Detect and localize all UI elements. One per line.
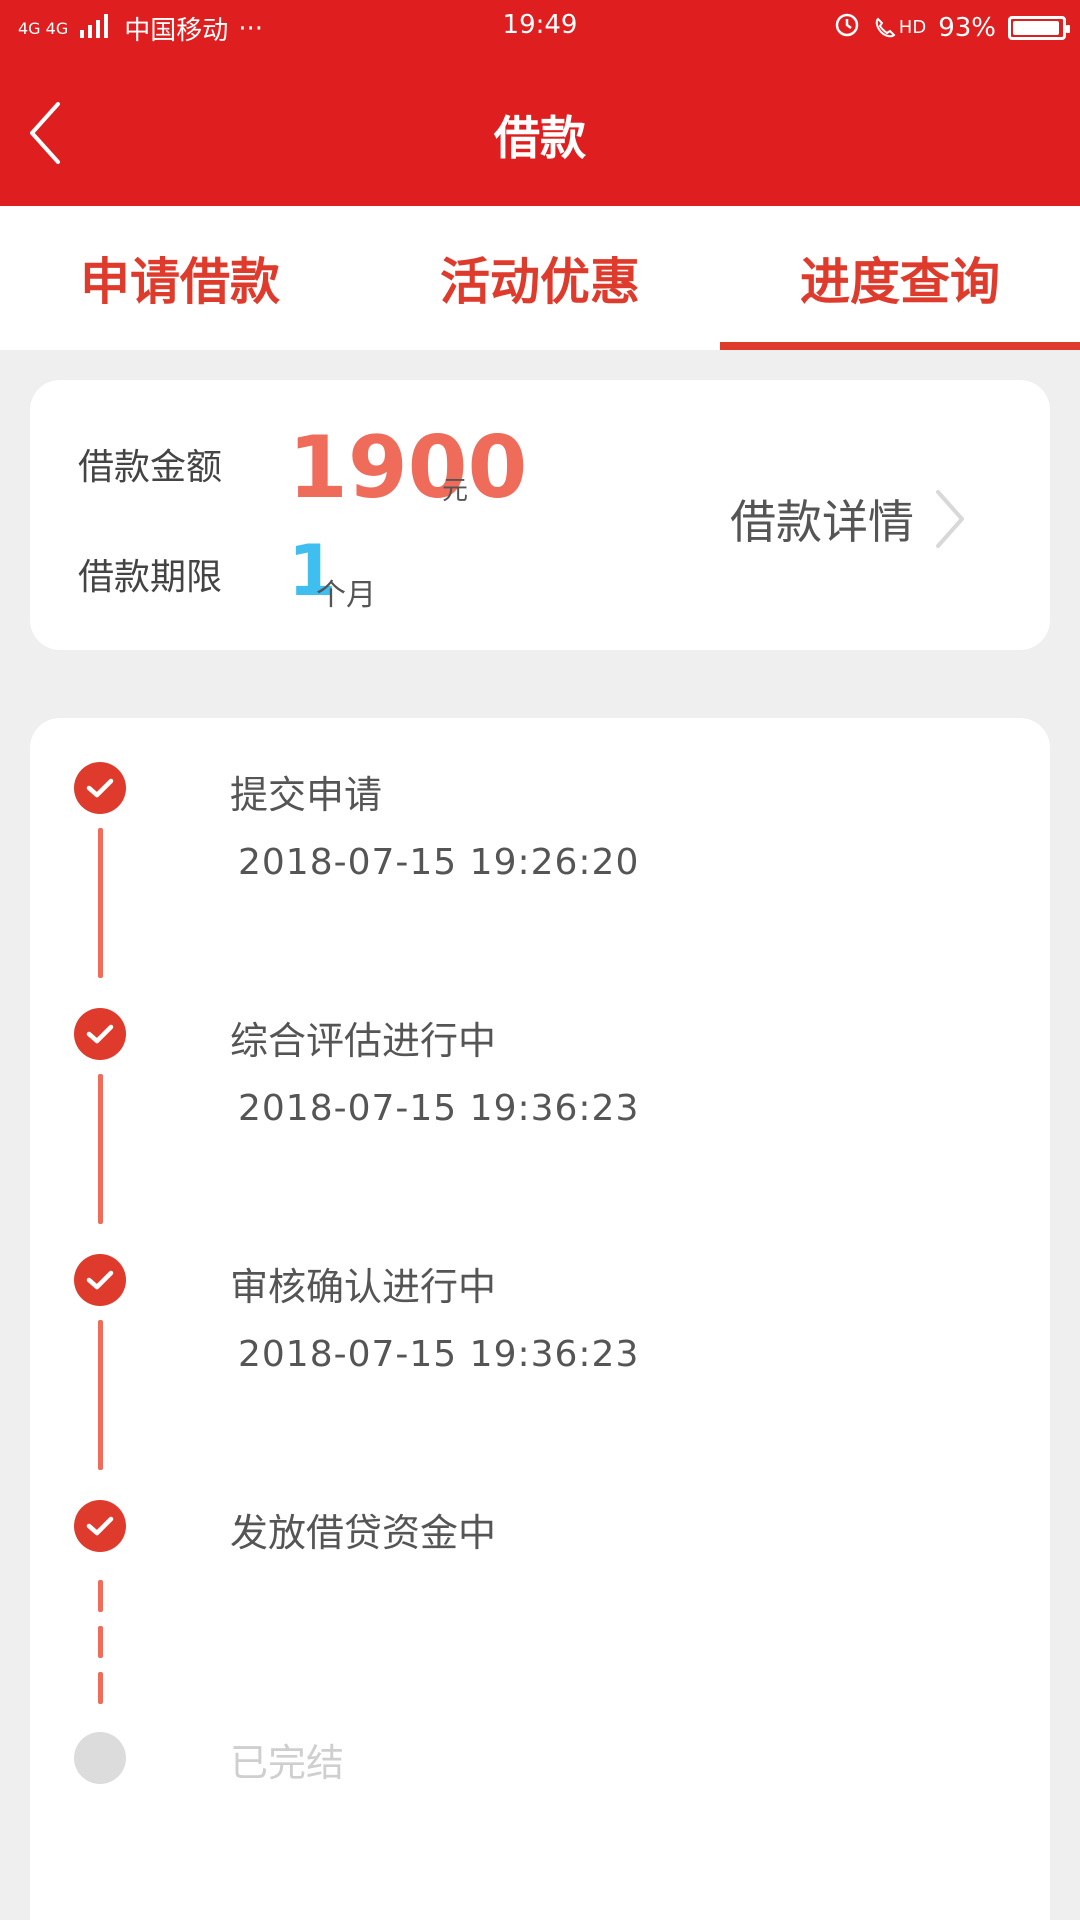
step-time: 2018-07-15 19:36:23 [238, 1088, 640, 1129]
amount-unit: 元 [442, 476, 469, 506]
check-circle-icon [74, 1254, 126, 1306]
active-tab-indicator [720, 342, 1080, 350]
hd-label: HD [898, 17, 927, 38]
check-circle-icon [74, 1500, 126, 1552]
top-bar: 4G 4G 中国移动 ··· 19:49 HD 93% 借款 [0, 0, 1080, 206]
step-title: 提交申请 [230, 773, 383, 817]
battery-percent: 93% [938, 12, 996, 43]
chevron-right-icon [936, 490, 964, 548]
step-title: 审核确认进行中 [230, 1265, 497, 1309]
tab-label: 进度查询 [800, 253, 1000, 311]
term-label: 借款期限 [78, 557, 223, 598]
hd-call-icon: HD [873, 16, 926, 40]
check-circle-icon [74, 762, 126, 814]
loan-summary-card: 借款金额 1900 元 借款期限 1 个月 借款详情 [30, 380, 1050, 650]
timeline-dash [98, 1626, 103, 1658]
nav-bar: 借款 [0, 56, 1080, 206]
progress-timeline-card: 提交申请 2018-07-15 19:26:20 综合评估进行中 2018-07… [30, 718, 1050, 1920]
tab-label: 申请借款 [80, 253, 280, 311]
step-title: 已完结 [230, 1741, 345, 1785]
details-label: 借款详情 [730, 495, 914, 549]
timeline-dash [98, 1672, 103, 1704]
pending-circle-icon [74, 1732, 126, 1784]
tab-apply-loan[interactable]: 申请借款 [0, 206, 360, 350]
tab-promotions[interactable]: 活动优惠 [360, 206, 720, 350]
timeline-connector [98, 828, 103, 978]
timeline-connector [98, 1320, 103, 1470]
page-title: 借款 [494, 111, 586, 165]
status-right: HD 93% [833, 10, 1070, 45]
timeline-connector [98, 1074, 103, 1224]
loan-details-link[interactable]: 借款详情 [730, 484, 1030, 554]
check-circle-icon [74, 1008, 126, 1060]
tab-progress[interactable]: 进度查询 [720, 206, 1080, 350]
tab-label: 活动优惠 [440, 253, 640, 311]
tab-bar: 申请借款 活动优惠 进度查询 [0, 206, 1080, 350]
timeline-dash [98, 1580, 103, 1612]
alarm-icon [833, 10, 861, 45]
step-time: 2018-07-15 19:26:20 [238, 842, 640, 883]
step-title: 发放借贷资金中 [230, 1511, 497, 1555]
amount-label: 借款金额 [78, 447, 223, 488]
amount-value: 1900 [288, 418, 528, 518]
step-time: 2018-07-15 19:36:23 [238, 1334, 640, 1375]
battery-icon [1008, 15, 1070, 40]
term-unit: 个月 [316, 578, 376, 613]
step-title: 综合评估进行中 [230, 1019, 497, 1063]
status-bar: 4G 4G 中国移动 ··· 19:49 HD 93% [0, 0, 1080, 56]
